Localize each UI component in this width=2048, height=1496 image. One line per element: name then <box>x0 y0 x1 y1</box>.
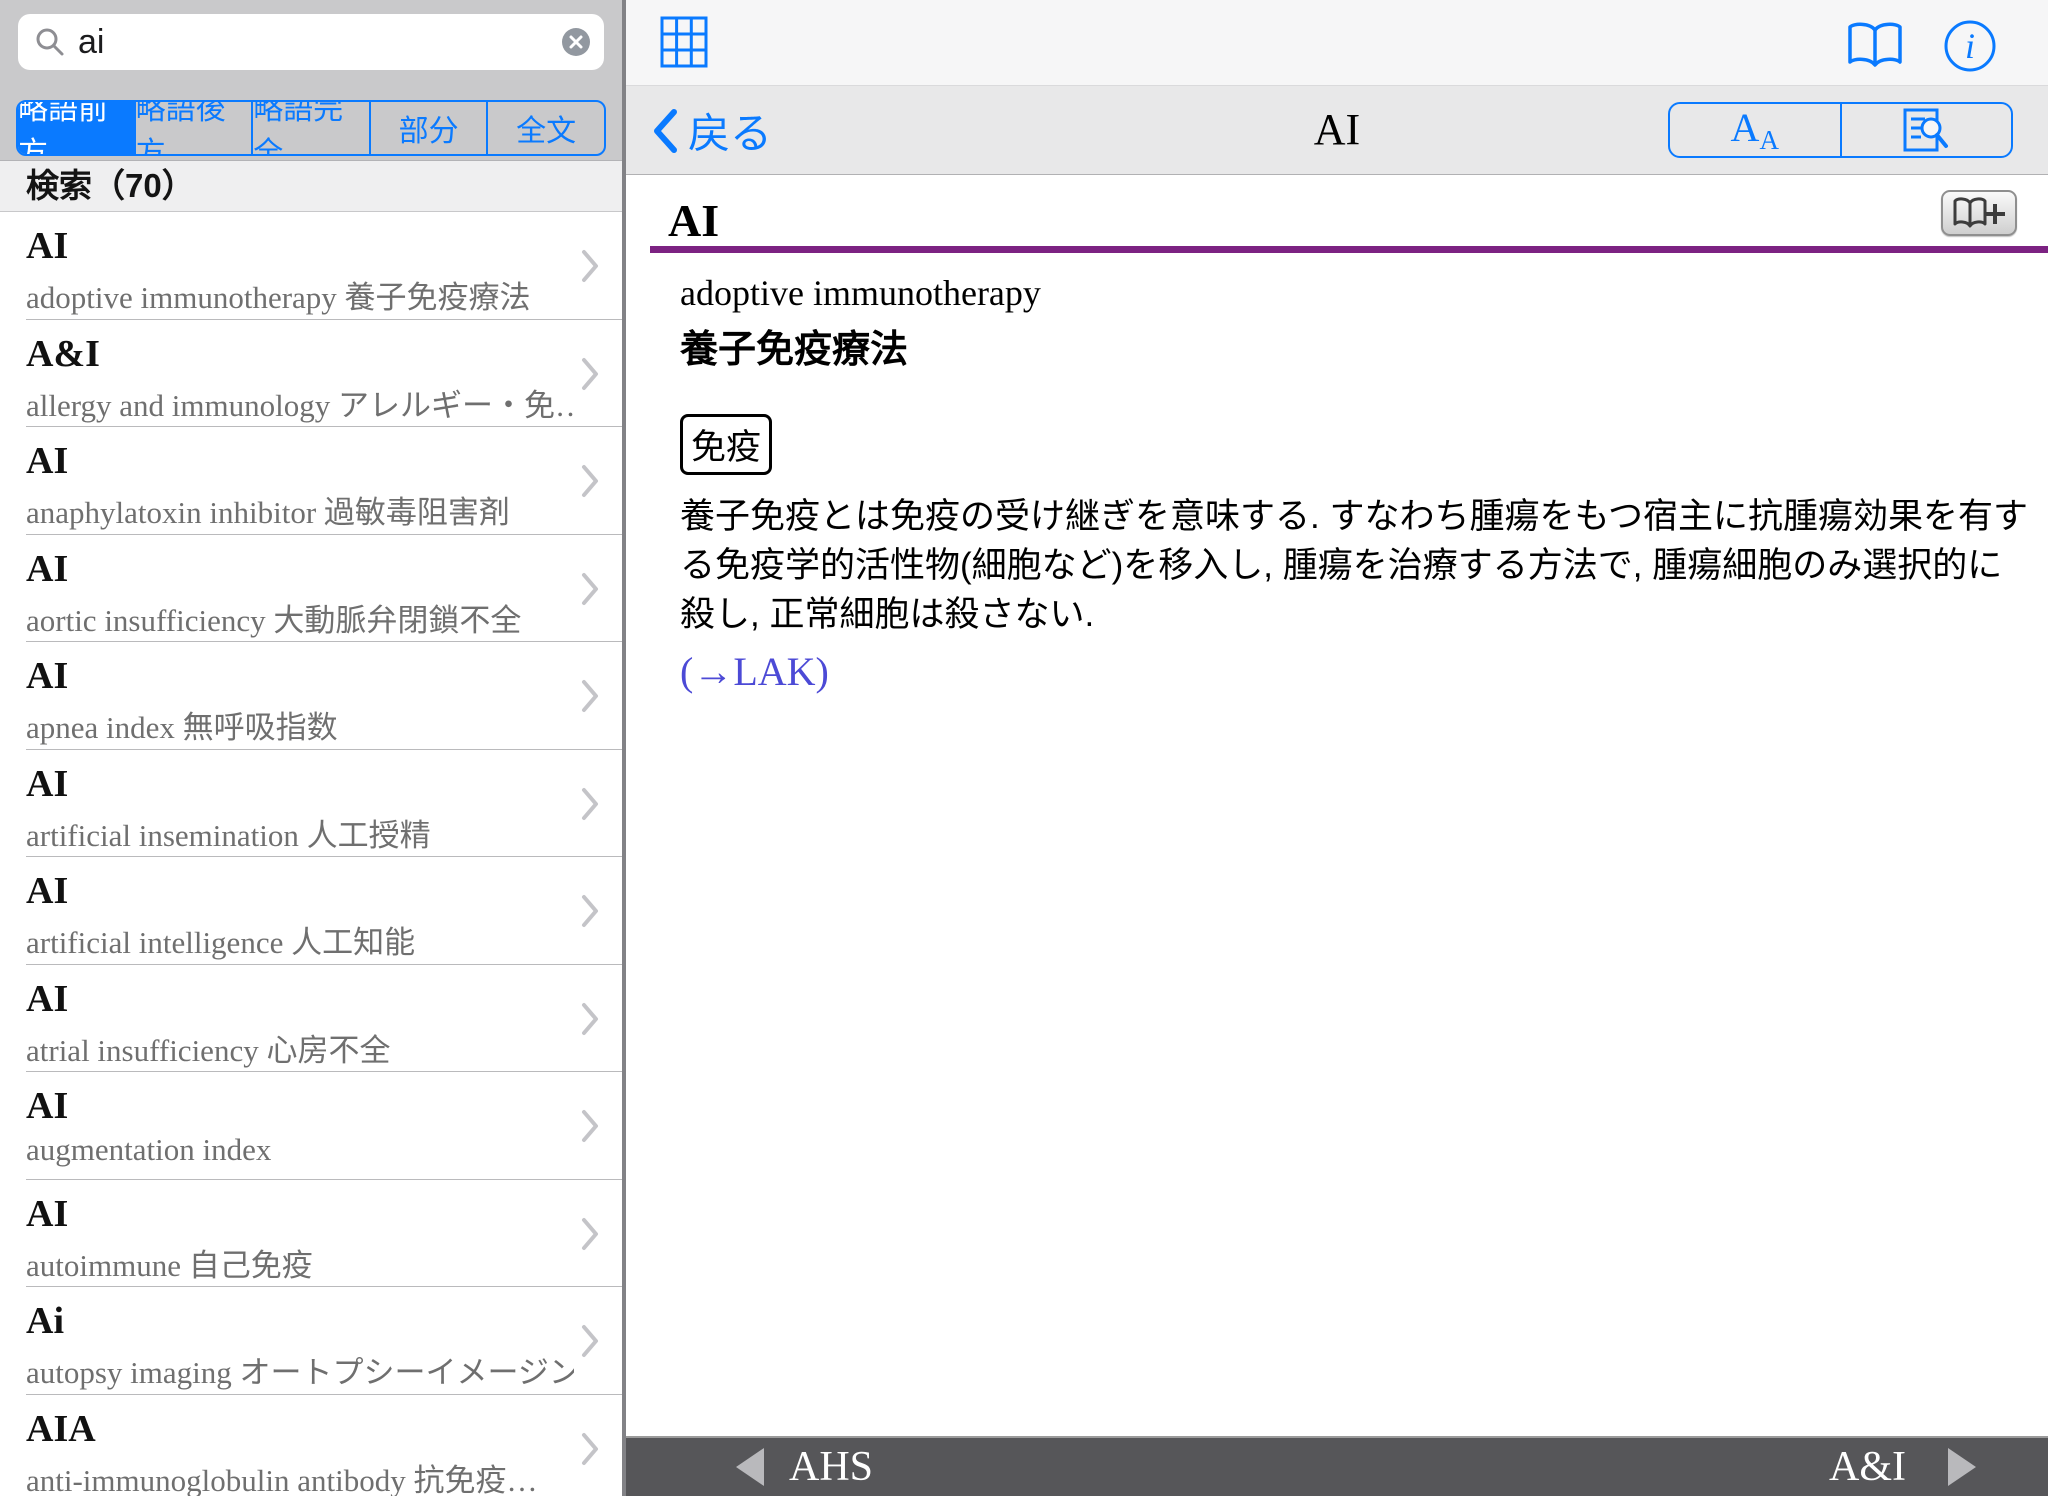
list-item-abbreviation: AI <box>26 547 68 591</box>
apps-grid-icon[interactable] <box>660 16 708 68</box>
entry-english-term: adoptive immunotherapy <box>680 272 1041 314</box>
chevron-right-icon <box>580 356 600 392</box>
navbar-tools-segments: AA <box>1668 102 2013 158</box>
previous-entry-arrow-icon[interactable] <box>736 1448 764 1486</box>
chevron-right-icon <box>580 678 600 714</box>
list-item-definition: artificial intelligence 人工知能 <box>26 917 415 962</box>
chevron-right-icon <box>580 1431 600 1467</box>
chevron-right-icon <box>580 893 600 929</box>
list-item-definition: adoptive immunotherapy 養子免疫療法 <box>26 272 531 317</box>
segment-略語前方[interactable]: 略語前方 <box>18 102 136 154</box>
entry-headword: AI <box>668 194 719 247</box>
list-item-definition: atrial insufficiency 心房不全 <box>26 1025 390 1070</box>
segment-略語後方[interactable]: 略語後方 <box>136 102 254 154</box>
list-item-abbreviation: AIA <box>26 1407 96 1451</box>
add-bookmark-button[interactable] <box>1941 190 2017 236</box>
chevron-right-icon <box>580 1108 600 1144</box>
font-size-button[interactable]: AA <box>1670 104 1842 156</box>
search-mode-segments: 略語前方略語後方略語完全部分全文 <box>16 100 606 156</box>
entry-japanese-term: 養子免疫療法 <box>680 318 908 373</box>
entry-description: 養子免疫とは免疫の受け継ぎを意味する. すなわち腫瘍をもつ宿主に抗腫瘍効果を有す… <box>680 492 2032 639</box>
list-item-definition: augmentation index <box>26 1132 271 1168</box>
open-book-icon[interactable] <box>1846 20 1904 72</box>
chevron-right-icon <box>580 1323 600 1359</box>
entry-panel: i 戻る AI AA <box>626 0 2048 1496</box>
next-entry-arrow-icon[interactable] <box>1948 1448 1976 1486</box>
list-item-definition: autopsy imaging オートプシーイメージング <box>26 1347 574 1392</box>
category-tag: 免疫 <box>680 414 772 475</box>
list-item[interactable]: AI aortic insufficiency 大動脈弁閉鎖不全 <box>0 535 622 643</box>
list-item-abbreviation: AI <box>26 977 68 1021</box>
document-search-icon <box>1901 106 1951 154</box>
list-item-abbreviation: AI <box>26 439 68 483</box>
list-item-abbreviation: AI <box>26 654 68 698</box>
segment-略語完全[interactable]: 略語完全 <box>253 102 371 154</box>
list-item-definition: apnea index 無呼吸指数 <box>26 702 338 747</box>
list-item[interactable]: AI apnea index 無呼吸指数 <box>0 642 622 750</box>
segment-部分[interactable]: 部分 <box>371 102 489 154</box>
search-in-page-button[interactable] <box>1842 104 2012 156</box>
list-item[interactable]: AIA anti-immunoglobulin antibody 抗免疫… <box>0 1395 622 1496</box>
clear-search-icon[interactable] <box>562 28 590 56</box>
info-circle-icon[interactable]: i <box>1942 18 1998 74</box>
list-item[interactable]: AI autoimmune 自己免疫 <box>0 1180 622 1288</box>
results-count-header: 検索（70） <box>0 160 622 212</box>
list-item[interactable]: Ai autopsy imaging オートプシーイメージング <box>0 1287 622 1395</box>
cross-reference-link[interactable]: (→LAK) <box>680 648 829 695</box>
list-item[interactable]: AI anaphylatoxin inhibitor 過敏毒阻害剤 <box>0 427 622 535</box>
list-item[interactable]: AI artificial intelligence 人工知能 <box>0 857 622 965</box>
list-item[interactable]: A&I allergy and immunology アレルギー・免… <box>0 320 622 428</box>
dictionary-app: ai 略語前方略語後方略語完全部分全文 検索（70） AI adoptive i… <box>0 0 2048 1496</box>
list-item[interactable]: AI atrial insufficiency 心房不全 <box>0 965 622 1073</box>
add-bookmark-book-icon <box>1953 196 2005 230</box>
list-item-abbreviation: AI <box>26 1084 68 1128</box>
list-item[interactable]: AI artificial insemination 人工授精 <box>0 750 622 858</box>
svg-text:i: i <box>1965 26 1975 66</box>
entry-divider-rule <box>650 246 2048 253</box>
list-item-abbreviation: AI <box>26 869 68 913</box>
list-item-definition: anaphylatoxin inhibitor 過敏毒阻害剤 <box>26 487 510 532</box>
list-item[interactable]: AI adoptive immunotherapy 養子免疫療法 <box>0 212 622 320</box>
list-item-abbreviation: A&I <box>26 332 100 376</box>
result-list: AI adoptive immunotherapy 養子免疫療法 A&I all… <box>0 212 622 1496</box>
chevron-right-icon <box>580 786 600 822</box>
list-item-abbreviation: AI <box>26 762 68 806</box>
list-item-definition: autoimmune 自己免疫 <box>26 1240 313 1285</box>
list-item-abbreviation: Ai <box>26 1299 64 1343</box>
chevron-right-icon <box>580 1001 600 1037</box>
prev-next-bar: AHS A&I <box>626 1436 2048 1496</box>
search-toolbar: ai 略語前方略語後方略語完全部分全文 <box>0 0 622 160</box>
chevron-right-icon <box>580 248 600 284</box>
search-icon <box>34 26 66 58</box>
top-toolbar: i <box>626 0 2048 85</box>
previous-entry-label[interactable]: AHS <box>789 1443 873 1491</box>
chevron-right-icon <box>580 1216 600 1252</box>
list-item[interactable]: AI augmentation index <box>0 1072 622 1180</box>
chevron-right-icon <box>580 571 600 607</box>
navigation-bar: 戻る AI AA <box>626 85 2048 175</box>
list-item-definition: allergy and immunology アレルギー・免… <box>26 380 574 425</box>
list-item-definition: artificial insemination 人工授精 <box>26 810 431 855</box>
list-item-abbreviation: AI <box>26 224 68 268</box>
segment-全文[interactable]: 全文 <box>488 102 604 154</box>
font-size-glyph: AA <box>1731 104 1779 156</box>
list-item-abbreviation: AI <box>26 1192 68 1236</box>
list-item-definition: aortic insufficiency 大動脈弁閉鎖不全 <box>26 595 521 640</box>
search-sidebar: ai 略語前方略語後方略語完全部分全文 検索（70） AI adoptive i… <box>0 0 622 1496</box>
search-input[interactable]: ai <box>18 14 604 70</box>
chevron-right-icon <box>580 463 600 499</box>
search-value: ai <box>78 23 104 62</box>
list-item-definition: anti-immunoglobulin antibody 抗免疫… <box>26 1455 537 1496</box>
next-entry-label[interactable]: A&I <box>1829 1443 1906 1491</box>
entry-content: AI adoptive immunotherapy 養子免疫療法 免疫 養子免疫… <box>626 176 2048 1436</box>
